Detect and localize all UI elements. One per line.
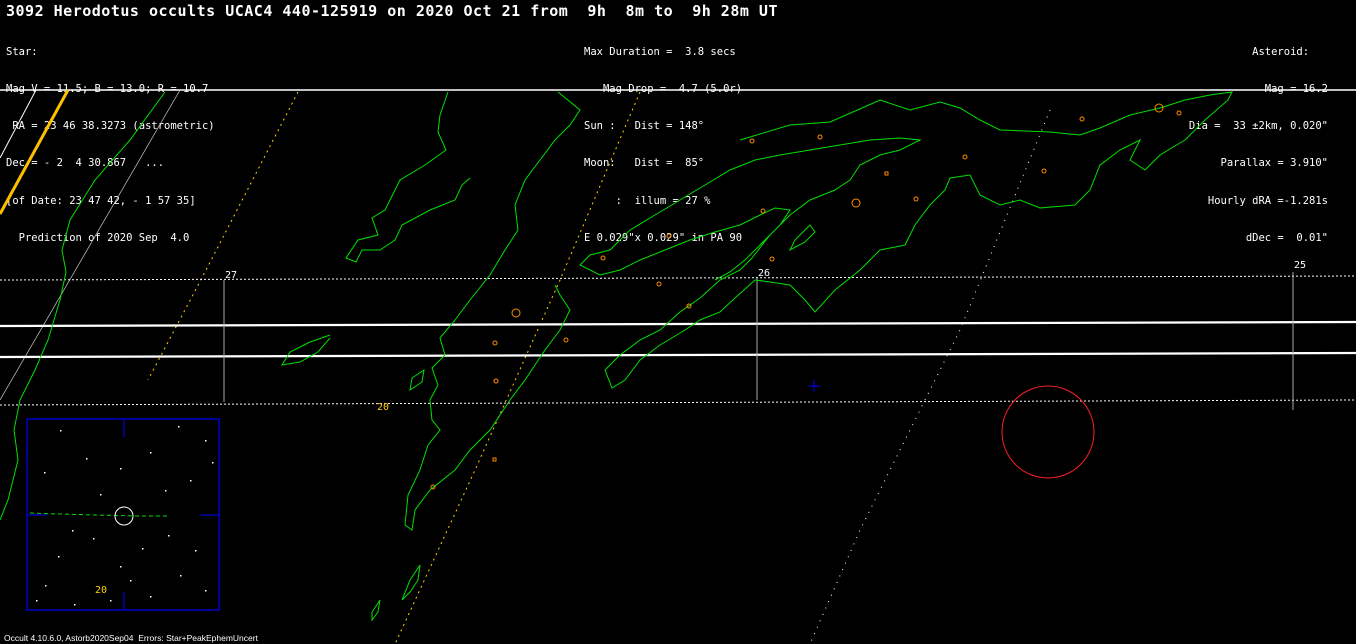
- site-marker: [913, 196, 919, 202]
- site-marker: [1079, 116, 1085, 122]
- island-coastline: [401, 564, 421, 601]
- occultation-map[interactable]: 27 26 25 20 20: [0, 0, 1356, 644]
- scale-label: 20: [377, 402, 389, 413]
- site-marker: [1176, 110, 1182, 116]
- finder-chart: 20: [26, 418, 220, 611]
- site-marker: [749, 138, 755, 144]
- site-marker: [511, 308, 521, 318]
- finder-label: 20: [95, 585, 107, 596]
- track-dotted-line: [147, 91, 299, 381]
- site-marker: [656, 281, 662, 287]
- track-dotted-line: [809, 109, 1051, 644]
- island-coastline: [371, 599, 381, 622]
- coastline: [345, 91, 471, 263]
- site-marker-group: [430, 103, 1182, 490]
- site-marker: [1041, 168, 1047, 174]
- longitude-label: 25: [1294, 260, 1306, 271]
- site-marker: [884, 171, 889, 176]
- grid-line: [0, 89, 37, 159]
- path-sigma-north: [0, 275, 1356, 281]
- asteroid-track-line: [0, 89, 70, 215]
- island-coastline: [788, 224, 816, 252]
- site-marker: [492, 457, 497, 462]
- grid-line: [0, 89, 181, 401]
- path-limit-north: [0, 320, 1356, 328]
- island-coastline: [409, 368, 425, 392]
- finder-frame: [26, 418, 220, 611]
- island-coastline: [280, 334, 331, 366]
- site-marker: [600, 255, 606, 261]
- site-marker: [492, 340, 498, 346]
- longitude-label: 26: [758, 268, 770, 279]
- site-marker: [563, 337, 569, 343]
- path-sigma-south: [0, 399, 1356, 406]
- longitude-label: 27: [225, 270, 237, 281]
- path-limit-south: [0, 351, 1356, 359]
- coastline: [404, 91, 581, 531]
- site-marker: [760, 208, 766, 214]
- asteroid-shadow-circle: [1001, 385, 1095, 479]
- target-cross: [808, 380, 820, 392]
- site-marker: [817, 134, 823, 140]
- site-marker: [493, 378, 499, 384]
- site-marker: [769, 256, 775, 262]
- coastline: [579, 91, 1233, 389]
- site-marker: [666, 233, 672, 239]
- site-marker: [851, 198, 861, 208]
- footer-credits: Occult 4.10.6.0, Astorb2020Sep04 Errors:…: [4, 633, 258, 643]
- site-marker: [962, 154, 968, 160]
